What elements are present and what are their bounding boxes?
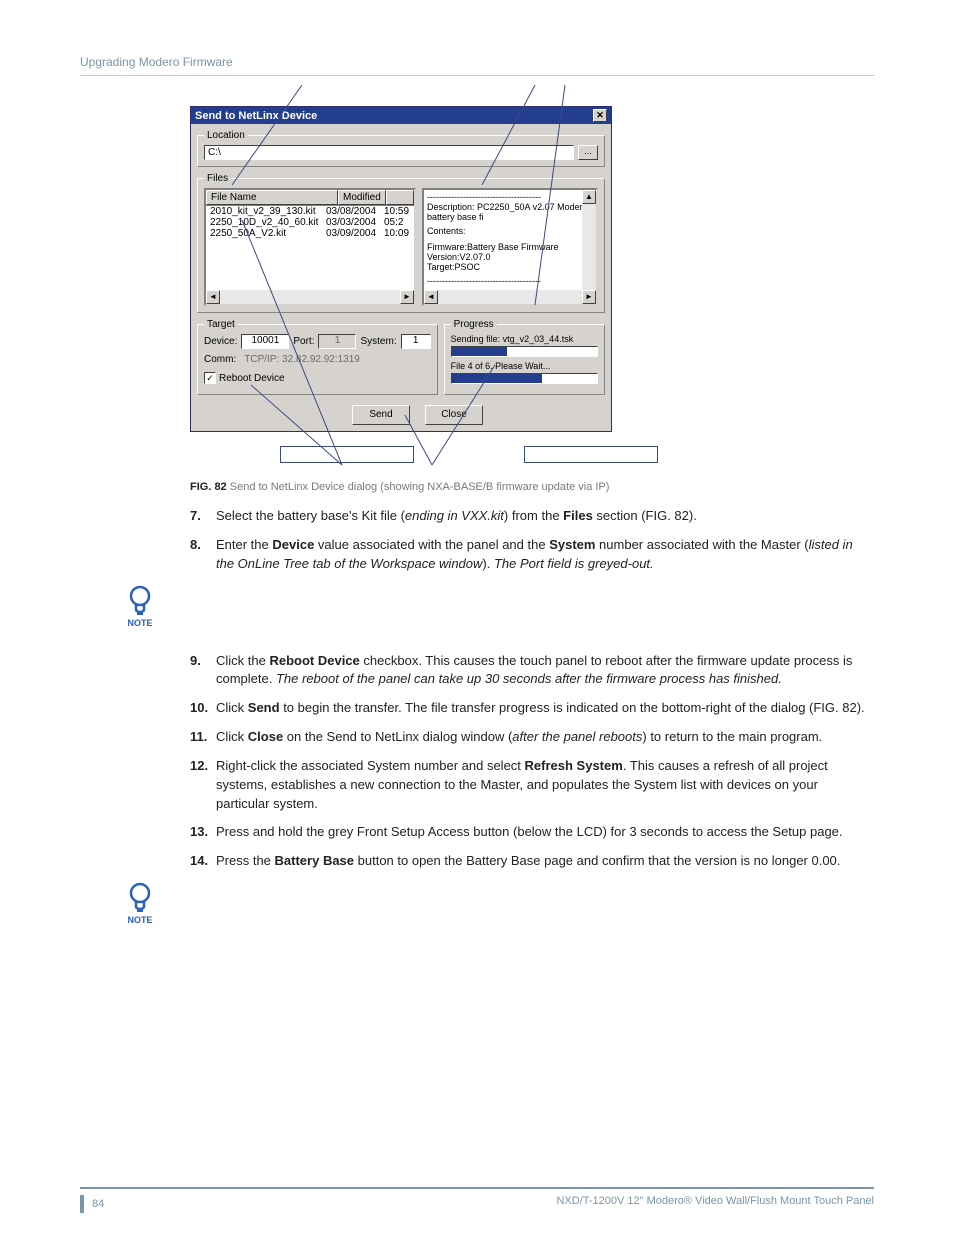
step-11: 11. Click Close on the Send to NetLinx d… <box>190 728 874 747</box>
progress-bar-total <box>451 373 598 384</box>
step-12: 12. Right-click the associated System nu… <box>190 757 874 814</box>
location-input[interactable]: C:\ <box>204 145 574 160</box>
note-icon: NOTE <box>120 584 160 628</box>
reboot-label: Reboot Device <box>219 373 285 384</box>
device-input[interactable]: 10001 <box>241 334 289 349</box>
comm-value: TCP/IP: 32.82.92.92:1319 <box>240 353 364 366</box>
port-label: Port: <box>293 336 314 347</box>
port-input: 1 <box>318 334 356 349</box>
step-13: 13. Press and hold the grey Front Setup … <box>190 823 874 842</box>
progress-group: Progress Sending file: vtg_v2_03_44.tsk … <box>444 319 605 395</box>
file-list[interactable]: File Name Modified 2010_kit_v2_39_130.ki… <box>204 188 416 306</box>
doc-title: NXD/T-1200V 12" Modero® Video Wall/Flush… <box>556 1195 874 1213</box>
progress-sending: Sending file: vtg_v2_03_44.tsk <box>451 334 598 344</box>
dialog-titlebar: Send to NetLinx Device ✕ <box>191 107 611 124</box>
send-to-netlinx-dialog: Send to NetLinx Device ✕ Location C:\ ..… <box>190 106 612 432</box>
file-description: -------------------------------------- D… <box>422 188 598 306</box>
comm-label: Comm: <box>204 354 236 365</box>
scrollbar-vertical[interactable]: ▲ <box>582 190 596 290</box>
dialog-title: Send to NetLinx Device <box>195 110 317 122</box>
file-row[interactable]: 2250_50A_V2.kit 03/09/2004 10:09 <box>206 228 414 239</box>
step-14: 14. Press the Battery Base button to ope… <box>190 852 874 871</box>
step-8: 8. Enter the Device value associated wit… <box>190 536 874 574</box>
file-row[interactable]: 2250_10D_v2_40_60.kit 03/03/2004 05:2 <box>206 217 414 228</box>
callout-boxes <box>280 446 874 463</box>
browse-button[interactable]: ... <box>578 145 598 160</box>
scroll-up-icon[interactable]: ▲ <box>582 190 596 204</box>
header-section: Upgrading Modero Firmware <box>80 55 874 76</box>
send-button[interactable]: Send <box>352 405 410 425</box>
system-input[interactable]: 1 <box>401 334 431 349</box>
column-filename[interactable]: File Name <box>206 190 338 205</box>
page-footer: 84 NXD/T-1200V 12" Modero® Video Wall/Fl… <box>80 1187 874 1213</box>
scroll-left-icon[interactable]: ◄ <box>424 290 438 304</box>
files-group: Files File Name Modified 2010_kit_v2_39_… <box>197 173 605 313</box>
scrollbar-horizontal[interactable]: ◄ ► <box>206 290 414 304</box>
progress-legend: Progress <box>451 319 497 330</box>
target-legend: Target <box>204 319 238 330</box>
scroll-left-icon[interactable]: ◄ <box>206 290 220 304</box>
step-7: 7. Select the battery base's Kit file (e… <box>190 507 874 526</box>
scroll-right-icon[interactable]: ► <box>400 290 414 304</box>
location-legend: Location <box>204 130 248 141</box>
step-10: 10. Click Send to begin the transfer. Th… <box>190 699 874 718</box>
figure-caption: FIG. 82 Send to NetLinx Device dialog (s… <box>190 481 874 493</box>
target-group: Target Device: 10001 Port: 1 System: 1 C… <box>197 319 438 395</box>
files-legend: Files <box>204 173 231 184</box>
close-button[interactable]: Close <box>425 405 483 425</box>
system-label: System: <box>360 336 396 347</box>
reboot-checkbox[interactable]: ✓ <box>204 372 216 384</box>
device-label: Device: <box>204 336 237 347</box>
column-modified[interactable]: Modified <box>338 190 386 205</box>
progress-status: File 4 of 6. Please Wait... <box>451 361 598 371</box>
page-number: 84 <box>92 1198 104 1210</box>
column-spacer <box>386 190 414 205</box>
scroll-right-icon[interactable]: ► <box>582 290 596 304</box>
location-group: Location C:\ ... <box>197 130 605 167</box>
close-icon[interactable]: ✕ <box>593 109 607 122</box>
progress-bar-file <box>451 346 598 357</box>
file-row[interactable]: 2010_kit_v2_39_130.kit 03/08/2004 10:59 <box>206 206 414 217</box>
note-icon: NOTE <box>120 881 160 925</box>
step-9: 9. Click the Reboot Device checkbox. Thi… <box>190 652 874 690</box>
scrollbar-horizontal[interactable]: ◄ ► <box>424 290 596 304</box>
